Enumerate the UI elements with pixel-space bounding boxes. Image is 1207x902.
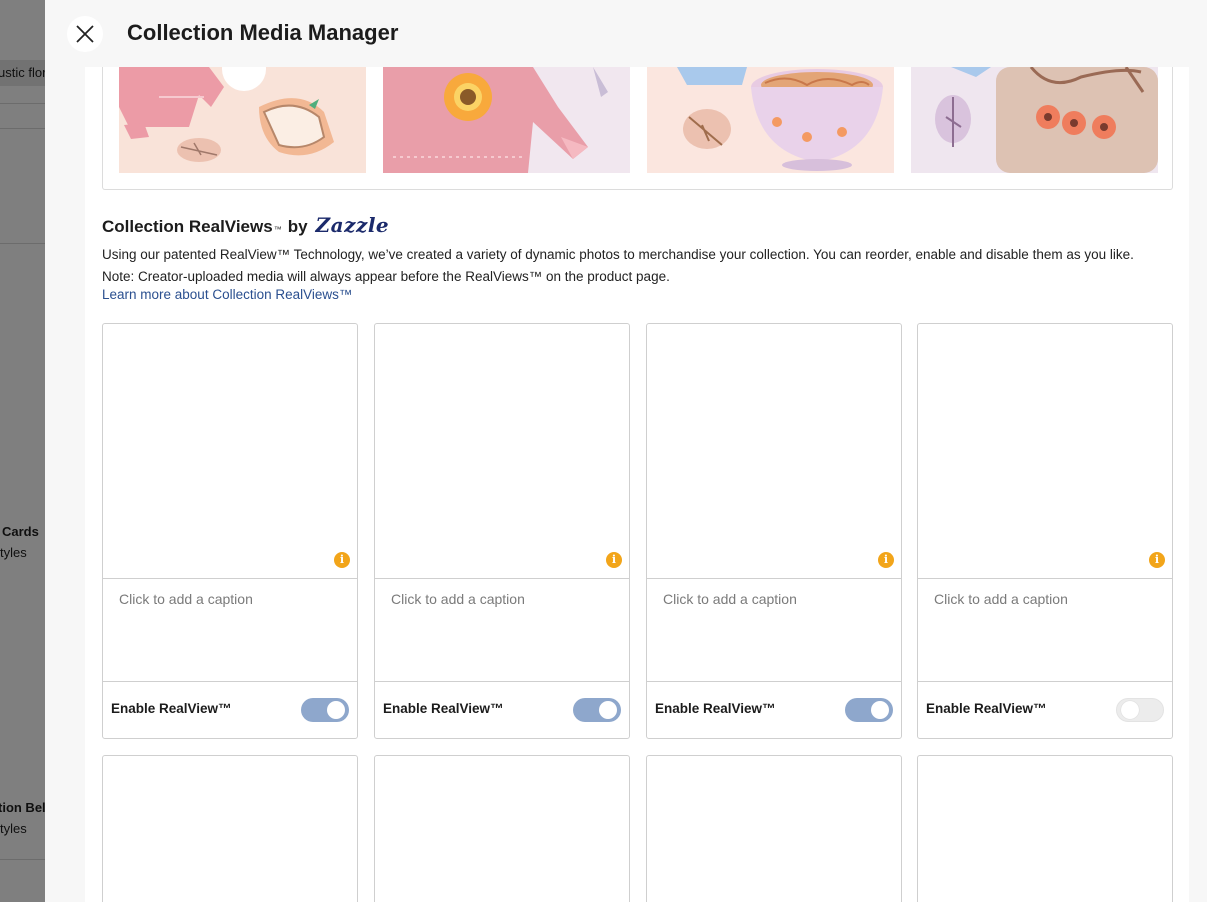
realview-card: i Click to add a caption Enable RealView…: [917, 323, 1173, 739]
realview-card: i Click to add a caption Enable RealView…: [374, 323, 630, 739]
enable-realview-label: Enable RealView™: [111, 701, 232, 716]
realviews-by: by: [287, 217, 308, 236]
realviews-heading-text: Collection RealViews: [102, 217, 273, 236]
card-footer: Enable RealView™: [103, 682, 357, 738]
close-icon: [76, 25, 94, 43]
realview-image[interactable]: [375, 756, 629, 902]
enable-realview-toggle[interactable]: [573, 698, 621, 722]
toggle-knob: [327, 701, 345, 719]
media-thumbnail-sunflower-sweater[interactable]: [383, 67, 630, 173]
trademark-mark: ™: [273, 225, 282, 234]
card-footer: Enable RealView™: [918, 682, 1172, 738]
caption-input[interactable]: Click to add a caption: [918, 579, 1172, 682]
toggle-knob: [599, 701, 617, 719]
modal-body: Collection RealViews ™ by Zazzle Using ou…: [85, 67, 1189, 902]
learn-more-link[interactable]: Learn more about Collection RealViews™: [102, 287, 352, 302]
info-icon[interactable]: i: [606, 552, 622, 568]
realview-card: [102, 755, 358, 902]
enable-realview-toggle[interactable]: [1116, 698, 1164, 722]
realview-card: [646, 755, 902, 902]
realview-image[interactable]: i: [375, 324, 629, 579]
caption-input[interactable]: Click to add a caption: [103, 579, 357, 682]
enable-realview-label: Enable RealView™: [655, 701, 776, 716]
toggle-knob: [871, 701, 889, 719]
caption-input[interactable]: Click to add a caption: [375, 579, 629, 682]
realview-card: i Click to add a caption Enable RealView…: [646, 323, 902, 739]
enable-realview-label: Enable RealView™: [926, 701, 1047, 716]
collection-media-manager-modal: Collection Media Manager Collection Real…: [45, 0, 1207, 902]
modal-title: Collection Media Manager: [127, 20, 399, 45]
card-footer: Enable RealView™: [375, 682, 629, 738]
realview-card: i Click to add a caption Enable RealView…: [102, 323, 358, 739]
zazzle-logo: Zazzle: [315, 213, 390, 237]
realview-image[interactable]: i: [647, 324, 901, 579]
info-icon[interactable]: i: [334, 552, 350, 568]
uploaded-media-panel: [102, 67, 1173, 190]
media-thumbnail-sweater-cap[interactable]: [119, 67, 366, 173]
realviews-description-line: Using our patented RealView™ Technology,…: [102, 247, 1134, 262]
media-thumbnail-noodle-bowl[interactable]: [647, 67, 894, 173]
realview-image[interactable]: i: [918, 324, 1172, 579]
caption-input[interactable]: Click to add a caption: [647, 579, 901, 682]
media-thumbnail-floral-tote[interactable]: [911, 67, 1158, 173]
info-icon[interactable]: i: [1149, 552, 1165, 568]
realview-card: [374, 755, 630, 902]
realview-image[interactable]: [918, 756, 1172, 902]
info-icon[interactable]: i: [878, 552, 894, 568]
close-button[interactable]: [67, 16, 103, 52]
realviews-note-line: Note: Creator-uploaded media will always…: [102, 269, 670, 284]
realviews-description: Using our patented RealView™ Technology,…: [102, 244, 1182, 288]
realview-image[interactable]: i: [103, 324, 357, 579]
modal-header: Collection Media Manager: [45, 0, 1207, 67]
realview-image[interactable]: [103, 756, 357, 902]
realview-image[interactable]: [647, 756, 901, 902]
enable-realview-toggle[interactable]: [845, 698, 893, 722]
realview-card: [917, 755, 1173, 902]
card-footer: Enable RealView™: [647, 682, 901, 738]
toggle-knob: [1121, 701, 1139, 719]
enable-realview-toggle[interactable]: [301, 698, 349, 722]
realviews-heading: Collection RealViews ™ by Zazzle: [102, 213, 389, 237]
enable-realview-label: Enable RealView™: [383, 701, 504, 716]
